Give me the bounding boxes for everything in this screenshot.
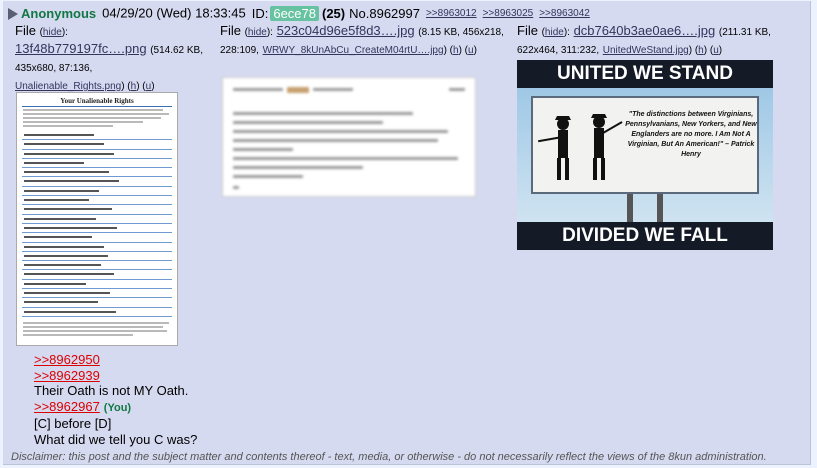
file-label: File xyxy=(517,23,538,38)
file-u-link[interactable]: u xyxy=(468,45,474,56)
doc-row xyxy=(22,140,172,150)
doc-row xyxy=(22,187,172,197)
body-line: [C] before [D] xyxy=(34,416,112,431)
doc-row xyxy=(22,261,172,271)
body-line: What did we tell you C was? xyxy=(34,431,198,447)
file-h-link[interactable]: h xyxy=(131,81,137,92)
doc-title: Your Unalienable Rights xyxy=(60,97,134,105)
poster-post-count: (25) xyxy=(322,5,346,21)
file-h-link[interactable]: h xyxy=(698,45,704,56)
poster-id[interactable]: 6ece78 xyxy=(270,5,319,21)
post-menu-arrow-icon[interactable] xyxy=(8,7,18,20)
doc-row xyxy=(22,224,172,234)
quote-link[interactable]: >>8962950 xyxy=(34,352,197,368)
file-name-link[interactable]: 13f48b779197fc….png xyxy=(15,41,147,56)
quote-link[interactable]: >>8962967 xyxy=(34,399,100,414)
doc-row xyxy=(22,289,172,299)
billboard-panel: "The distinctions between Virginians, Pe… xyxy=(531,96,759,194)
doc-row xyxy=(22,233,172,243)
file-h-link[interactable]: h xyxy=(453,45,459,56)
doc-row xyxy=(22,280,172,290)
billboard-bottom-text: DIVIDED WE FALL xyxy=(517,222,773,250)
you-marker: (You) xyxy=(103,401,132,414)
billboard-post xyxy=(657,194,663,222)
file-u-link[interactable]: u xyxy=(713,45,719,56)
doc-row xyxy=(22,150,172,159)
file-label: File xyxy=(220,23,241,38)
quote-link[interactable]: >>8962939 xyxy=(34,368,197,384)
billboard-post xyxy=(627,194,633,222)
doc-row xyxy=(22,215,172,224)
doc-row xyxy=(22,205,172,215)
billboard-top-text: UNITED WE STAND xyxy=(517,60,773,88)
hide-file-link[interactable]: hide xyxy=(43,27,62,38)
file-info-1: File (hide): 13f48b779197fc….png (514.62… xyxy=(15,23,203,92)
original-filename-link[interactable]: WRWY_8kUnAbCu_CreateM04rtU….jpg xyxy=(263,45,444,56)
doc-row xyxy=(22,168,172,178)
doc-row xyxy=(22,159,172,169)
disclaimer: Disclaimer: this post and the subject ma… xyxy=(11,451,767,463)
thumbnail-united-we-stand[interactable]: UNITED WE STAND "The distinctions betwee… xyxy=(517,60,773,250)
file-label: File xyxy=(15,23,36,38)
post-intro: Anonymous 04/29/20 (Wed) 18:33:45 ID: 6ece7… xyxy=(8,4,590,22)
original-filename-link[interactable]: Unalienable_Rights.png xyxy=(15,81,121,92)
doc-row xyxy=(22,298,172,308)
billboard-scene: "The distinctions between Virginians, Pe… xyxy=(517,88,773,222)
doc-row xyxy=(22,308,172,317)
hide-file-link[interactable]: hide xyxy=(248,27,267,38)
id-label: ID: xyxy=(251,5,269,21)
file-info-3: File (hide): dcb7640b3ae0ae6….jpg (211.3… xyxy=(517,23,771,56)
file-info-2: File (hide): 523c04d96e5f8d3….jpg (8.15 … xyxy=(220,23,504,56)
doc-row xyxy=(22,177,172,187)
doc-row xyxy=(22,243,172,252)
thumbnail-unalienable-rights[interactable]: Your Unalienable Rights xyxy=(16,92,178,346)
backlink[interactable]: >>8963012 xyxy=(426,8,477,19)
thumbnail-blurred-list[interactable] xyxy=(222,77,476,197)
original-filename-link[interactable]: UnitedWeStand.jpg xyxy=(603,45,689,56)
file-u-link[interactable]: u xyxy=(146,81,152,92)
doc-divider xyxy=(22,106,172,107)
doc-row xyxy=(22,131,172,141)
doc-row xyxy=(22,252,172,262)
post-date: 04/29/20 (Wed) 18:33:45 xyxy=(102,5,246,21)
hide-file-link[interactable]: hide xyxy=(545,27,564,38)
doc-row xyxy=(22,270,172,280)
backlink[interactable]: >>8963042 xyxy=(539,8,590,19)
post-number[interactable]: No.8962997 xyxy=(349,6,420,21)
post-container: Anonymous 04/29/20 (Wed) 18:33:45 ID: 6ece7… xyxy=(3,1,811,465)
backlink[interactable]: >>8963025 xyxy=(483,8,534,19)
file-name-link[interactable]: 523c04d96e5f8d3….jpg xyxy=(277,23,415,38)
file-name-link[interactable]: dcb7640b3ae0ae6….jpg xyxy=(574,23,716,38)
poster-name: Anonymous xyxy=(21,5,97,21)
doc-row xyxy=(22,196,172,206)
body-line: Their Oath is not MY Oath. xyxy=(34,383,189,398)
billboard-quote: "The distinctions between Virginians, Pe… xyxy=(625,111,757,158)
post-body: >>8962950 >>8962939 Their Oath is not MY… xyxy=(34,352,197,447)
